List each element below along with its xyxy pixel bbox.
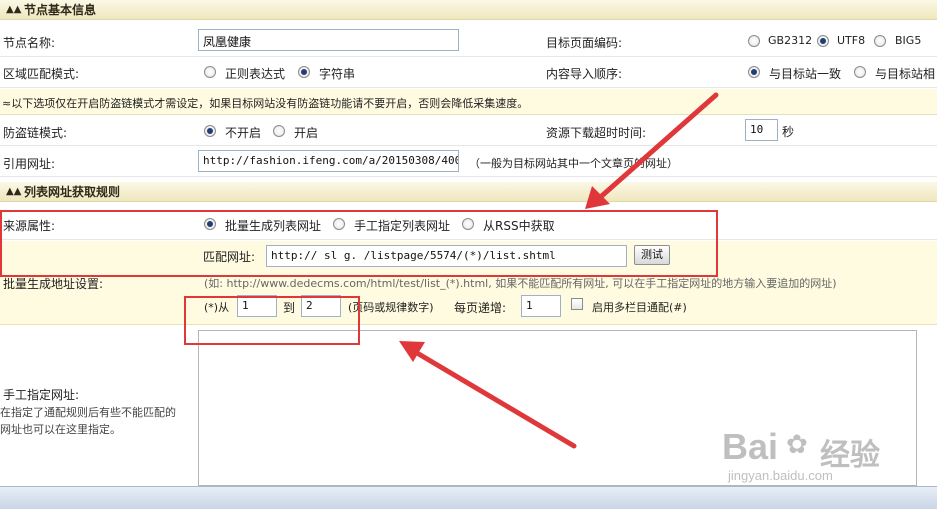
baidu-watermark: Bai ✿ 经验 jingyan.baidu.com — [722, 426, 932, 486]
arrow-to-source-icon — [585, 92, 719, 209]
watermark-brand: Bai — [722, 426, 779, 467]
watermark-url: jingyan.baidu.com — [728, 468, 833, 483]
paw-icon: ✿ — [786, 430, 808, 460]
arrow-to-range-icon — [399, 341, 577, 449]
